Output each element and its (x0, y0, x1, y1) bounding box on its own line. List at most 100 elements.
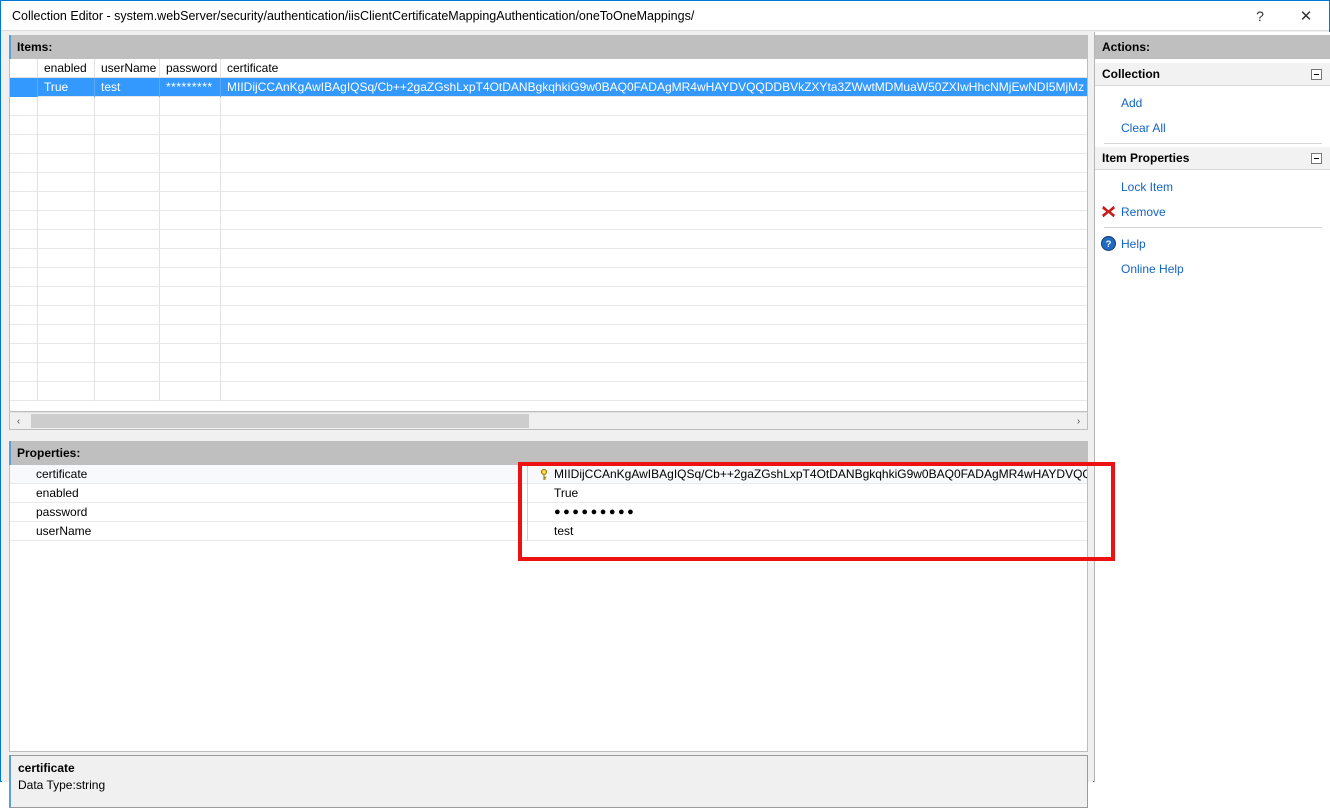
cell-certificate[interactable] (221, 287, 1087, 306)
table-row-empty[interactable] (10, 211, 1087, 230)
cell-enabled[interactable] (38, 249, 95, 268)
table-row-empty[interactable] (10, 97, 1087, 116)
row-selector-cell[interactable] (10, 249, 38, 268)
column-header-certificate[interactable]: certificate (221, 59, 1087, 78)
property-value-password[interactable]: ●●●●●●●●● (529, 503, 1087, 522)
table-row-empty[interactable] (10, 249, 1087, 268)
cell-password[interactable] (160, 287, 221, 306)
cell-certificate[interactable] (221, 173, 1087, 192)
row-selector-cell[interactable] (10, 230, 38, 249)
cell-enabled[interactable] (38, 211, 95, 230)
cell-username[interactable] (95, 173, 160, 192)
cell-certificate[interactable] (221, 325, 1087, 344)
cell-certificate[interactable] (221, 192, 1087, 211)
cell-enabled[interactable] (38, 325, 95, 344)
row-selector-cell[interactable] (10, 211, 38, 230)
cell-password[interactable] (160, 173, 221, 192)
table-row-empty[interactable] (10, 173, 1087, 192)
cell-enabled[interactable] (38, 268, 95, 287)
row-selector-cell[interactable] (10, 97, 38, 116)
cell-enabled[interactable] (38, 230, 95, 249)
table-row-empty[interactable] (10, 325, 1087, 344)
property-row-enabled[interactable]: enabled True (10, 484, 1087, 503)
table-row-empty[interactable] (10, 287, 1087, 306)
cell-certificate[interactable] (221, 363, 1087, 382)
row-selector-cell[interactable] (10, 173, 38, 192)
row-selector-cell[interactable] (10, 135, 38, 154)
items-horizontal-scrollbar[interactable]: ‹ › (9, 412, 1088, 430)
property-value-enabled[interactable]: True (529, 484, 1087, 503)
table-row-empty[interactable] (10, 268, 1087, 287)
table-row-empty[interactable] (10, 230, 1087, 249)
table-row[interactable]: True test ********* MIIDijCCAnKgAwIBAgIQ… (10, 78, 1087, 97)
property-value-username[interactable]: test (529, 522, 1087, 541)
property-row-certificate[interactable]: certificate MIIDijCCAnKgAwIBAgIQSq/Cb++2… (10, 465, 1087, 484)
table-row-empty[interactable] (10, 154, 1087, 173)
cell-username[interactable] (95, 325, 160, 344)
scroll-left-arrow-icon[interactable]: ‹ (10, 413, 27, 429)
action-clear-all[interactable]: Clear All (1095, 115, 1330, 140)
cell-username[interactable] (95, 344, 160, 363)
cell-password[interactable] (160, 382, 221, 401)
row-selector-cell[interactable] (10, 116, 38, 135)
cell-enabled[interactable] (38, 363, 95, 382)
cell-password[interactable] (160, 249, 221, 268)
cell-enabled[interactable] (38, 97, 95, 116)
property-value-certificate[interactable]: MIIDijCCAnKgAwIBAgIQSq/Cb++2gaZGshLxpT4O… (529, 465, 1087, 484)
cell-username[interactable] (95, 135, 160, 154)
action-add[interactable]: Add (1095, 90, 1330, 115)
titlebar-help-button[interactable]: ? (1237, 1, 1283, 30)
cell-enabled[interactable] (38, 135, 95, 154)
cell-certificate[interactable] (221, 116, 1087, 135)
cell-username[interactable] (95, 287, 160, 306)
cell-enabled[interactable] (38, 344, 95, 363)
cell-certificate[interactable] (221, 135, 1087, 154)
cell-username[interactable] (95, 211, 160, 230)
cell-username[interactable] (95, 192, 160, 211)
row-selector-cell[interactable] (10, 287, 38, 306)
row-selector-cell[interactable] (10, 325, 38, 344)
cell-certificate[interactable] (221, 154, 1087, 173)
action-remove[interactable]: Remove (1095, 199, 1330, 224)
actions-group-item-properties-header[interactable]: Item Properties (1095, 147, 1330, 170)
column-header-rowselector[interactable] (10, 59, 38, 78)
cell-certificate[interactable] (221, 211, 1087, 230)
cell-password[interactable] (160, 268, 221, 287)
cell-password[interactable] (160, 135, 221, 154)
cell-enabled[interactable] (38, 154, 95, 173)
cell-certificate[interactable] (221, 230, 1087, 249)
cell-certificate[interactable] (221, 249, 1087, 268)
cell-password[interactable] (160, 363, 221, 382)
table-row-empty[interactable] (10, 344, 1087, 363)
cell-username[interactable] (95, 230, 160, 249)
cell-username[interactable] (95, 268, 160, 287)
row-selector-cell[interactable] (10, 268, 38, 287)
row-selector-cell[interactable] (10, 344, 38, 363)
row-selector-cell[interactable] (10, 78, 38, 97)
scrollbar-thumb[interactable] (31, 414, 529, 428)
cell-certificate[interactable] (221, 344, 1087, 363)
table-row-empty[interactable] (10, 382, 1087, 401)
action-online-help[interactable]: Online Help (1095, 256, 1330, 281)
column-header-username[interactable]: userName (95, 59, 160, 78)
collapse-minus-icon[interactable] (1311, 153, 1322, 164)
collapse-minus-icon[interactable] (1311, 69, 1322, 80)
table-row-empty[interactable] (10, 192, 1087, 211)
cell-enabled[interactable] (38, 173, 95, 192)
column-header-enabled[interactable]: enabled (38, 59, 95, 78)
cell-password[interactable]: ********* (160, 78, 221, 97)
table-row-empty[interactable] (10, 306, 1087, 325)
row-selector-cell[interactable] (10, 192, 38, 211)
cell-enabled[interactable] (38, 287, 95, 306)
property-row-username[interactable]: userName test (10, 522, 1087, 541)
cell-username[interactable] (95, 249, 160, 268)
action-lock-item[interactable]: Lock Item (1095, 174, 1330, 199)
properties-grid[interactable]: certificate MIIDijCCAnKgAwIBAgIQSq/Cb++2… (9, 465, 1088, 752)
row-selector-cell[interactable] (10, 382, 38, 401)
row-selector-cell[interactable] (10, 306, 38, 325)
table-row-empty[interactable] (10, 135, 1087, 154)
cell-password[interactable] (160, 230, 221, 249)
cell-certificate[interactable] (221, 306, 1087, 325)
cell-password[interactable] (160, 325, 221, 344)
cell-password[interactable] (160, 211, 221, 230)
